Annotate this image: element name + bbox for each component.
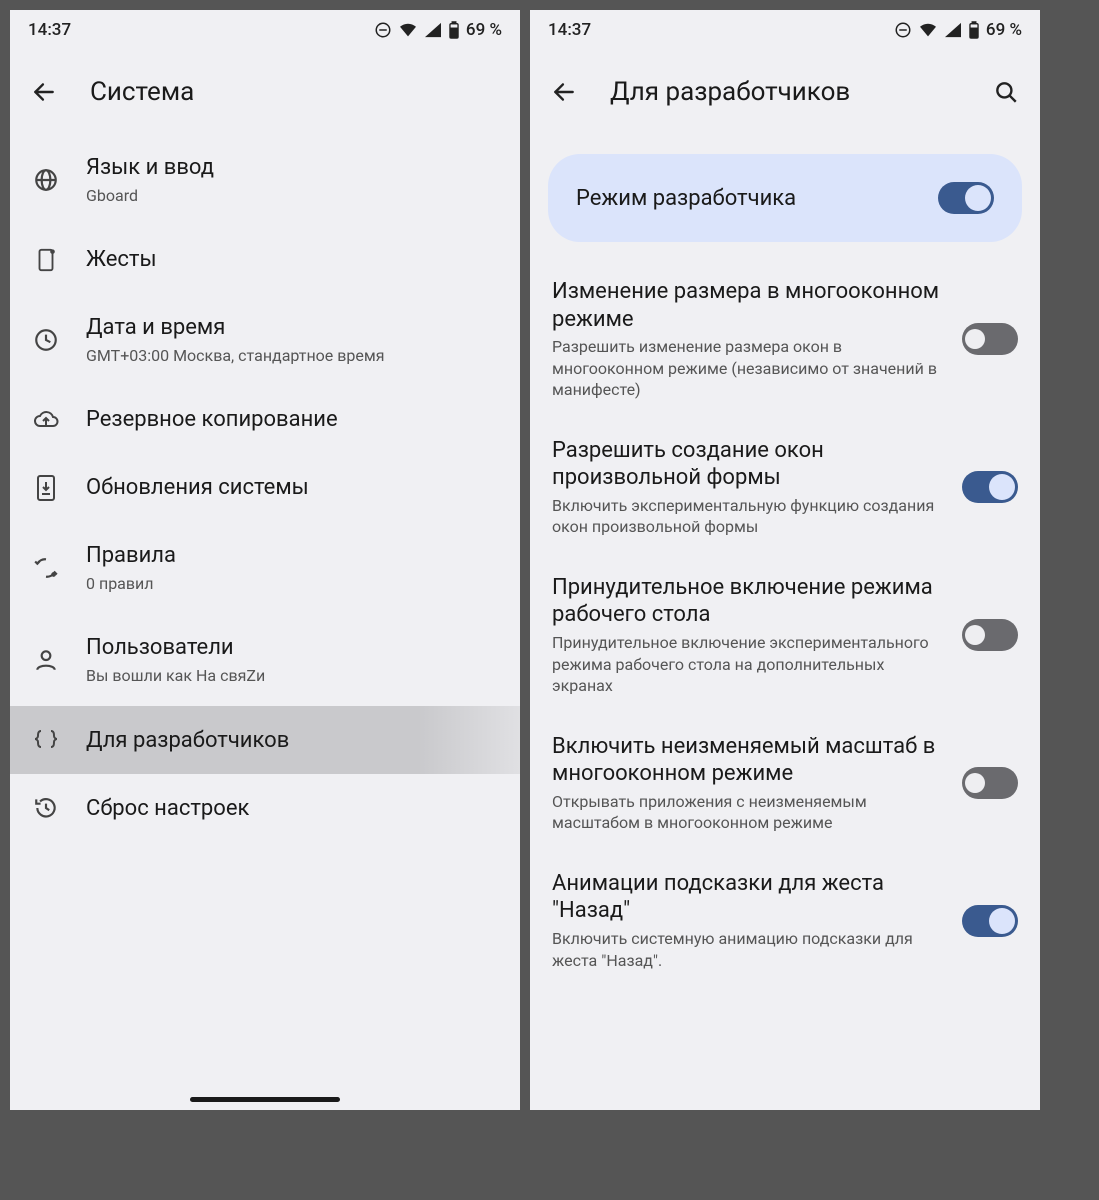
item-sub: Принудительное включение экспериментальн… [552, 632, 942, 697]
status-time: 14:37 [548, 20, 591, 40]
toggle[interactable] [962, 471, 1018, 503]
battery-icon [968, 21, 980, 39]
dev-options-list: Режим разработчика Изменение размера в м… [530, 134, 1040, 1110]
braces-icon [32, 726, 60, 754]
status-bar: 14:37 69 % [10, 10, 520, 50]
back-button[interactable] [24, 72, 64, 112]
item-title: Резервное копирование [86, 406, 498, 434]
battery-percent: 69 % [986, 20, 1022, 40]
user-icon [32, 646, 60, 674]
item-sub: 0 правил [86, 573, 498, 595]
settings-list: Язык и ввод Gboard Жесты Дата и время GM… [10, 134, 520, 1110]
item-title: Включить неизменяемый масштаб в многооко… [552, 733, 942, 788]
item-datetime[interactable]: Дата и время GMT+03:00 Москва, стандартн… [10, 294, 520, 386]
battery-percent: 69 % [466, 20, 502, 40]
dnd-icon [894, 21, 912, 39]
item-title: Изменение размера в многооконном режиме [552, 278, 942, 333]
item-sub: GMT+03:00 Москва, стандартное время [86, 345, 498, 367]
clock-icon [32, 326, 60, 354]
app-bar: Для разработчиков [530, 50, 1040, 134]
item-language[interactable]: Язык и ввод Gboard [10, 134, 520, 226]
toggle[interactable] [962, 619, 1018, 651]
item-title: Дата и время [86, 314, 498, 342]
system-update-icon [32, 474, 60, 502]
item-title: Принудительное включение режима рабочего… [552, 574, 942, 629]
search-button[interactable] [986, 72, 1026, 112]
dev-item-back-animation[interactable]: Анимации подсказки для жеста "Назад" Вкл… [530, 852, 1040, 989]
item-backup[interactable]: Резервное копирование [10, 386, 520, 454]
item-sub: Включить системную анимацию подсказки дл… [552, 928, 942, 971]
battery-icon [448, 21, 460, 39]
item-title: Язык и ввод [86, 154, 498, 182]
item-title: Анимации подсказки для жеста "Назад" [552, 870, 942, 925]
item-sub: Gboard [86, 185, 498, 207]
dev-item-desktop-mode[interactable]: Принудительное включение режима рабочего… [530, 556, 1040, 715]
item-developer-options[interactable]: Для разработчиков [10, 706, 520, 774]
reset-icon [32, 794, 60, 822]
cloud-backup-icon [32, 406, 60, 434]
toggle[interactable] [962, 905, 1018, 937]
signal-icon [424, 22, 442, 38]
item-title: Сброс настроек [86, 795, 498, 823]
app-bar: Система [10, 50, 520, 134]
toggle[interactable] [962, 323, 1018, 355]
wifi-icon [918, 22, 938, 38]
status-time: 14:37 [28, 20, 71, 40]
dev-item-freeform-windows[interactable]: Разрешить создание окон произвольной фор… [530, 419, 1040, 556]
item-users[interactable]: Пользователи Вы вошли как На свяZи [10, 614, 520, 706]
dev-item-multiwindow-resize[interactable]: Изменение размера в многооконном режиме … [530, 260, 1040, 419]
dnd-icon [374, 21, 392, 39]
phone-system-settings: 14:37 69 % Система [10, 10, 520, 1110]
dev-mode-toggle[interactable] [938, 182, 994, 214]
item-sub: Разрешить изменение размера окон в много… [552, 336, 942, 401]
back-button[interactable] [544, 72, 584, 112]
item-title: Жесты [86, 246, 498, 274]
wifi-icon [398, 22, 418, 38]
status-bar: 14:37 69 % [530, 10, 1040, 50]
dev-mode-label: Режим разработчика [576, 186, 796, 211]
item-title: Обновления системы [86, 474, 498, 502]
item-gestures[interactable]: Жесты [10, 226, 520, 294]
phone-developer-options: 14:37 69 % Для разработчиков [530, 10, 1040, 1110]
dev-mode-card[interactable]: Режим разработчика [548, 154, 1022, 242]
page-title: Для разработчиков [610, 77, 960, 107]
signal-icon [944, 22, 962, 38]
item-title: Для разработчиков [86, 727, 498, 755]
toggle[interactable] [962, 767, 1018, 799]
page-title: Система [90, 77, 506, 107]
dev-item-non-resizable[interactable]: Включить неизменяемый масштаб в многооко… [530, 715, 1040, 852]
item-title: Пользователи [86, 634, 498, 662]
item-system-update[interactable]: Обновления системы [10, 454, 520, 522]
item-title: Правила [86, 542, 498, 570]
item-sub: Включить экспериментальную функцию созда… [552, 495, 942, 538]
rules-icon [32, 554, 60, 582]
item-sub: Вы вошли как На свяZи [86, 665, 498, 687]
item-sub: Открывать приложения с неизменяемым масш… [552, 791, 942, 834]
globe-icon [32, 166, 60, 194]
item-rules[interactable]: Правила 0 правил [10, 522, 520, 614]
item-title: Разрешить создание окон произвольной фор… [552, 437, 942, 492]
nav-handle[interactable] [190, 1097, 340, 1102]
item-reset[interactable]: Сброс настроек [10, 774, 520, 842]
phone-gesture-icon [32, 246, 60, 274]
